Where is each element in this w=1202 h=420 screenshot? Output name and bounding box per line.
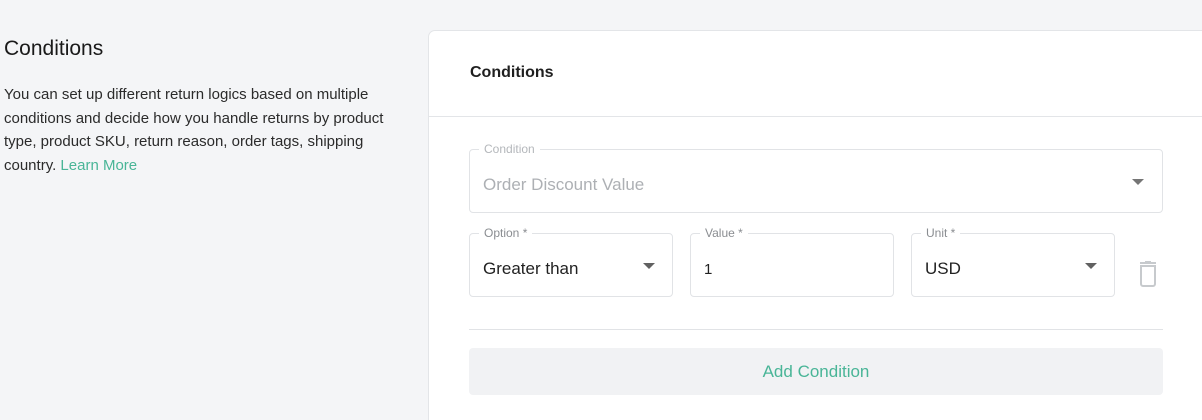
intro-title: Conditions — [4, 37, 104, 60]
learn-more-link[interactable]: Learn More — [60, 157, 137, 174]
condition-label: Condition — [479, 141, 540, 157]
unit-label: Unit * — [921, 225, 961, 241]
chevron-down-icon — [1085, 263, 1097, 269]
intro-description: You can set up different return logics b… — [4, 83, 414, 177]
option-label: Option * — [479, 225, 533, 241]
intro-section: Conditions You can set up different retu… — [4, 36, 414, 177]
condition-select[interactable]: Condition Order Discount Value — [469, 141, 1163, 213]
condition-value: Order Discount Value — [483, 175, 645, 194]
chevron-down-icon — [643, 263, 655, 269]
option-select[interactable]: Option * Greater than — [469, 225, 673, 297]
page: Conditions You can set up different retu… — [0, 0, 1202, 420]
chevron-down-icon — [1132, 179, 1144, 185]
card-header: Conditions — [429, 31, 1202, 117]
card-title: Conditions — [470, 64, 554, 81]
trash-icon[interactable] — [1137, 261, 1159, 287]
add-condition-button[interactable]: Add Condition — [469, 348, 1163, 395]
value-label: Value * — [700, 225, 748, 241]
value-input-value: 1 — [704, 261, 713, 278]
unit-select[interactable]: Unit * USD — [911, 225, 1115, 297]
value-input[interactable]: Value * 1 — [690, 225, 894, 297]
option-value: Greater than — [483, 259, 579, 278]
unit-value: USD — [925, 259, 961, 278]
divider — [469, 329, 1163, 330]
conditions-card: Conditions Condition Order Discount Valu… — [428, 30, 1202, 420]
